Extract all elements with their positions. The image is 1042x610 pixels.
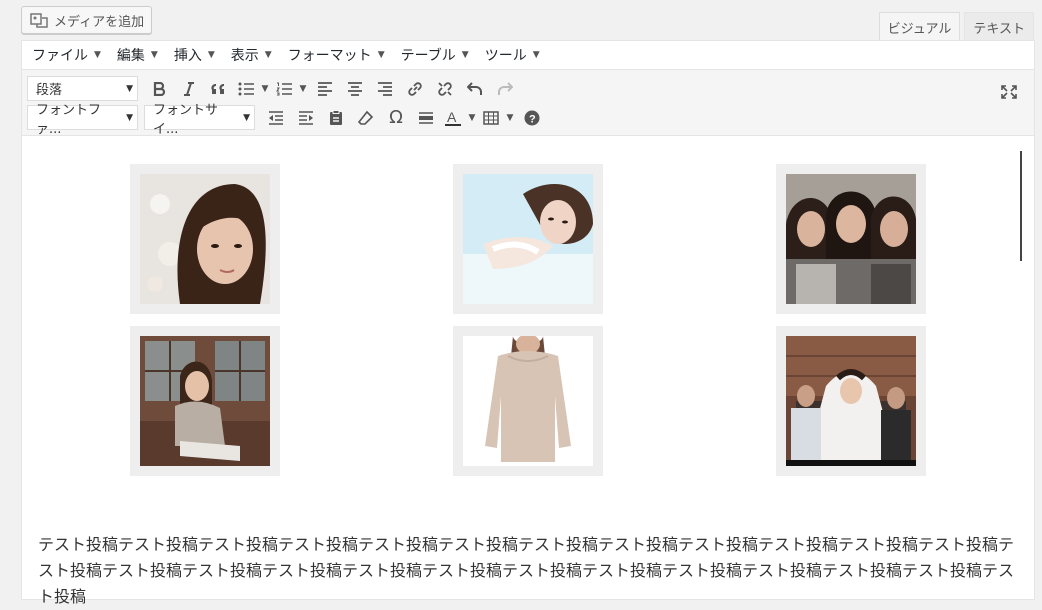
align-right-button[interactable] — [370, 75, 400, 103]
toolbar-row-2: フォントファ... ▼ フォントサイ... ▼ Ω A ▼ ▼ ? — [27, 103, 1034, 137]
chevron-down-icon: ▼ — [126, 83, 133, 94]
add-media-label: メディアを追加 — [54, 14, 145, 30]
redo-button[interactable] — [490, 75, 520, 103]
redo-icon — [498, 81, 513, 95]
special-character-button[interactable]: Ω — [381, 104, 411, 132]
gallery-item[interactable] — [453, 326, 603, 476]
chevron-down-icon: ▼ — [264, 50, 272, 60]
woman-sitting-porch-image — [140, 336, 270, 466]
unlink-icon — [438, 81, 452, 96]
menu-tools[interactable]: ツール ▼ — [485, 45, 540, 65]
text-color-button[interactable]: A — [441, 104, 465, 132]
italic-icon — [184, 81, 194, 96]
editor: ファイル ▼ 編集 ▼ 挿入 ▼ 表示 ▼ フォーマット ▼ テーブル ▼ ツール ▼ 段落 ▼… — [21, 40, 1035, 606]
menu-insert[interactable]: 挿入 ▼ — [174, 45, 215, 65]
chevron-down-icon: ▼ — [461, 50, 469, 60]
tab-text[interactable]: テキスト — [964, 12, 1034, 41]
remove-link-button[interactable] — [430, 75, 460, 103]
fullscreen-icon — [1001, 85, 1017, 99]
outdent-icon — [269, 110, 283, 125]
editor-content[interactable]: テスト投稿テスト投稿テスト投稿テスト投稿テスト投稿テスト投稿テスト投稿テスト投稿… — [22, 136, 1034, 606]
svg-text:A: A — [447, 109, 457, 125]
editor-mode-tabs: ビジュアル テキスト — [878, 12, 1034, 41]
chevron-down-icon: ▼ — [126, 112, 133, 123]
chevron-down-icon: ▼ — [532, 50, 540, 60]
gallery-item[interactable] — [453, 164, 603, 314]
menu-format[interactable]: フォーマット ▼ — [288, 45, 385, 65]
woman-beige-sweater-image — [463, 336, 593, 466]
menu-table[interactable]: テーブル ▼ — [401, 45, 469, 65]
indent-button[interactable] — [291, 104, 321, 132]
gallery-item[interactable] — [130, 326, 280, 476]
bride-with-family-image — [786, 336, 916, 466]
text-color-icon: A — [445, 109, 461, 126]
woman-lying-light-blue-image — [463, 174, 593, 304]
align-left-icon — [318, 81, 332, 96]
bold-icon — [153, 81, 166, 96]
undo-button[interactable] — [460, 75, 490, 103]
help-icon: ? — [524, 110, 540, 125]
link-icon — [408, 81, 422, 96]
editor-menubar: ファイル ▼ 編集 ▼ 挿入 ▼ 表示 ▼ フォーマット ▼ テーブル ▼ ツール ▼ — [22, 41, 1034, 70]
indent-icon — [299, 110, 313, 125]
horizontal-line-button[interactable] — [411, 104, 441, 132]
numbered-list-button[interactable] — [272, 75, 296, 103]
chevron-down-icon[interactable]: ▼ — [465, 113, 479, 123]
menu-edit[interactable]: 編集 ▼ — [117, 45, 158, 65]
align-left-button[interactable] — [310, 75, 340, 103]
post-body-text[interactable]: テスト投稿テスト投稿テスト投稿テスト投稿テスト投稿テスト投稿テスト投稿テスト投稿… — [38, 532, 1018, 610]
fullscreen-button[interactable] — [994, 78, 1024, 106]
paste-text-button[interactable] — [321, 104, 351, 132]
chevron-down-icon: ▼ — [150, 50, 158, 60]
chevron-down-icon: ▼ — [207, 50, 215, 60]
gallery-item[interactable] — [776, 326, 926, 476]
quote-icon — [211, 83, 224, 94]
numbered-list-icon — [276, 82, 292, 95]
bullet-list-icon — [238, 82, 254, 95]
table-button[interactable] — [479, 104, 503, 132]
menu-file[interactable]: ファイル ▼ — [32, 45, 101, 65]
eraser-icon — [358, 110, 374, 125]
portrait-woman-bokeh-image — [140, 174, 270, 304]
gallery-item[interactable] — [130, 164, 280, 314]
chevron-down-icon[interactable]: ▼ — [296, 84, 310, 94]
chevron-down-icon[interactable]: ▼ — [503, 113, 517, 123]
editor-toolbar: 段落 ▼ ▼ ▼ フォントファ... ▼ フォントサイ... ▼ Ω A ▼ ▼… — [22, 70, 1034, 137]
horizontal-line-icon — [419, 111, 433, 124]
tab-visual[interactable]: ビジュアル — [878, 12, 961, 41]
clear-formatting-button[interactable] — [351, 104, 381, 132]
table-icon — [483, 110, 499, 125]
gallery-item[interactable] — [776, 164, 926, 314]
align-center-button[interactable] — [340, 75, 370, 103]
font-size-select[interactable]: フォントサイ... ▼ — [144, 103, 255, 137]
clipboard-icon — [330, 109, 342, 125]
undo-icon — [467, 81, 482, 95]
three-women-group-image — [786, 174, 916, 304]
scrollbar[interactable] — [1020, 151, 1022, 261]
insert-link-button[interactable] — [400, 75, 430, 103]
chevron-down-icon: ▼ — [377, 50, 385, 60]
format-select[interactable]: 段落 ▼ — [27, 76, 138, 101]
chevron-down-icon: ▼ — [94, 50, 101, 60]
font-family-select[interactable]: フォントファ... ▼ — [27, 103, 138, 137]
menu-view[interactable]: 表示 ▼ — [231, 45, 272, 65]
svg-text:?: ? — [529, 113, 536, 125]
align-right-icon — [378, 81, 392, 96]
media-icon — [30, 12, 48, 28]
add-media-button[interactable]: メディアを追加 — [21, 6, 152, 34]
chevron-down-icon[interactable]: ▼ — [258, 84, 272, 94]
outdent-button[interactable] — [261, 104, 291, 132]
omega-icon: Ω — [389, 107, 403, 128]
help-button[interactable]: ? — [517, 104, 547, 132]
align-center-icon — [348, 81, 362, 96]
chevron-down-icon: ▼ — [243, 112, 250, 123]
